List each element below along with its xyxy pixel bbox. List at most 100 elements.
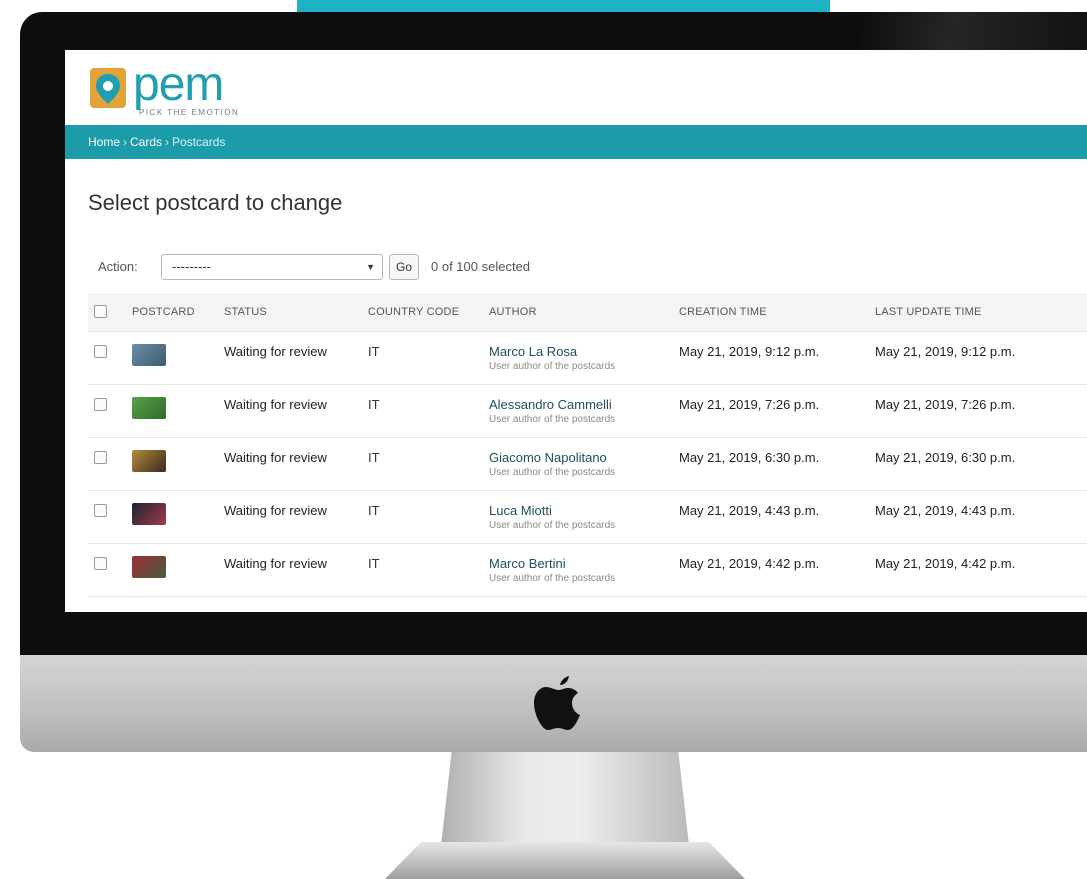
last-update-time-cell: May 21, 2019, 9:12 p.m. (869, 331, 1087, 385)
author-name[interactable]: Giacomo Napolitano (489, 450, 667, 465)
author-name[interactable]: Luca Miotti (489, 503, 667, 518)
last-update-time: May 21, 2019, 7:26 p.m. (875, 397, 1016, 412)
dropdown-arrow-icon: ▼ (366, 262, 375, 272)
row-checkbox[interactable] (94, 345, 107, 358)
country-code-cell: IT (362, 490, 483, 544)
author-name[interactable]: Alessandro Cammelli (489, 397, 667, 412)
row-select-cell (88, 331, 126, 385)
row-select-cell (88, 384, 126, 438)
creation-time-cell: May 21, 2019, 9:12 p.m. (673, 331, 869, 385)
row-select-cell (88, 490, 126, 544)
status-text[interactable]: Waiting for review (224, 344, 327, 359)
logo-wordmark[interactable]: pem (133, 58, 224, 112)
status-text[interactable]: Waiting for review (224, 450, 327, 465)
postcard-thumbnail[interactable] (132, 556, 166, 578)
select-all-checkbox[interactable] (94, 304, 107, 318)
action-select[interactable]: --------- ▼ (161, 254, 383, 280)
table-row[interactable]: Waiting for review IT Luca Miotti User au… (88, 490, 1087, 544)
last-update-time-cell: May 21, 2019, 6:30 p.m. (869, 437, 1087, 491)
author-description: User author of the postcards (489, 573, 616, 584)
column-header-country-code[interactable]: COUNTRY CODE (362, 293, 483, 332)
creation-time: May 21, 2019, 9:12 p.m. (679, 344, 820, 359)
postcard-thumbnail[interactable] (132, 450, 166, 472)
action-selected-option: --------- (172, 259, 211, 274)
status-text[interactable]: Waiting for review (224, 503, 327, 518)
row-checkbox[interactable] (94, 504, 107, 517)
postcard-cell (126, 331, 218, 385)
breadcrumb-postcards: Postcards (172, 135, 226, 149)
last-update-time: May 21, 2019, 6:30 p.m. (875, 450, 1016, 465)
stand-foot (385, 842, 745, 879)
row-select-cell (88, 543, 126, 597)
last-update-time-cell: May 21, 2019, 4:43 p.m. (869, 490, 1087, 544)
page-title: Select postcard to change (88, 190, 343, 215)
postcards-table: POSTCARD STATUS COUNTRY CODE AUTHOR CREA… (88, 293, 1087, 597)
author-cell: Giacomo Napolitano User author of the pos… (483, 437, 673, 491)
last-update-time: May 21, 2019, 4:43 p.m. (875, 503, 1016, 518)
selection-count: 0 of 100 selected (431, 259, 531, 274)
author-cell: Marco La Rosa User author of the postcard… (483, 331, 673, 385)
postcard-thumbnail[interactable] (132, 503, 166, 525)
table-row[interactable]: Waiting for review IT Marco Bertini User … (88, 543, 1087, 597)
author-cell: Alessandro Cammelli User author of the po… (483, 384, 673, 438)
breadcrumb-cards[interactable]: Cards (130, 135, 162, 149)
creation-time: May 21, 2019, 4:42 p.m. (679, 556, 820, 571)
author-description: User author of the postcards (489, 467, 616, 478)
row-checkbox[interactable] (94, 557, 107, 570)
postcard-cell (126, 384, 218, 438)
site-header: pem PICK THE EMOTION (65, 50, 1087, 125)
table-row[interactable]: Waiting for review IT Marco La Rosa User … (88, 331, 1087, 385)
creation-time-cell: May 21, 2019, 4:42 p.m. (673, 543, 869, 597)
status-cell: Waiting for review (218, 384, 362, 438)
last-update-time: May 21, 2019, 9:12 p.m. (875, 344, 1016, 359)
apple-icon (534, 676, 580, 730)
select-all-cell (88, 293, 126, 332)
table-row[interactable]: Waiting for review IT Alessandro Cammell… (88, 384, 1087, 438)
column-header-author[interactable]: AUTHOR (483, 293, 673, 332)
author-name[interactable]: Marco La Rosa (489, 344, 667, 359)
breadcrumb: Home › Cards › Postcards (65, 125, 1087, 159)
bezel-sheen (860, 12, 1087, 52)
status-cell: Waiting for review (218, 437, 362, 491)
author-cell: Luca Miotti User author of the postcards (483, 490, 673, 544)
status-text[interactable]: Waiting for review (224, 556, 327, 571)
row-checkbox[interactable] (94, 451, 107, 464)
column-header-creation-time[interactable]: CREATION TIME (673, 293, 869, 332)
country-code-cell: IT (362, 543, 483, 597)
logo-tagline: PICK THE EMOTION (139, 108, 240, 117)
postcard-cell (126, 437, 218, 491)
table-row[interactable]: Waiting for review IT Giacomo Napolitano… (88, 437, 1087, 491)
creation-time-cell: May 21, 2019, 7:26 p.m. (673, 384, 869, 438)
author-description: User author of the postcards (489, 414, 616, 425)
logo-pin-icon (90, 68, 126, 108)
status-cell: Waiting for review (218, 331, 362, 385)
postcard-thumbnail[interactable] (132, 397, 166, 419)
status-cell: Waiting for review (218, 490, 362, 544)
postcard-cell (126, 543, 218, 597)
postcard-cell (126, 490, 218, 544)
postcard-thumbnail[interactable] (132, 344, 166, 366)
last-update-time-cell: May 21, 2019, 7:26 p.m. (869, 384, 1087, 438)
column-header-postcard[interactable]: POSTCARD (126, 293, 218, 332)
creation-time-cell: May 21, 2019, 6:30 p.m. (673, 437, 869, 491)
row-checkbox[interactable] (94, 398, 107, 411)
column-header-status[interactable]: STATUS (218, 293, 362, 332)
breadcrumb-separator: › (123, 135, 128, 149)
creation-time: May 21, 2019, 4:43 p.m. (679, 503, 820, 518)
stand-neck (440, 752, 690, 847)
status-cell: Waiting for review (218, 543, 362, 597)
country-code-cell: IT (362, 437, 483, 491)
author-name[interactable]: Marco Bertini (489, 556, 667, 571)
creation-time: May 21, 2019, 7:26 p.m. (679, 397, 820, 412)
column-header-last-update-time[interactable]: LAST UPDATE TIME (869, 293, 1087, 332)
action-label: Action: (98, 259, 138, 274)
author-description: User author of the postcards (489, 520, 616, 531)
table-header-row: POSTCARD STATUS COUNTRY CODE AUTHOR CREA… (88, 293, 1087, 332)
accent-bar (297, 0, 830, 12)
admin-screen: pem PICK THE EMOTION Home › Cards › Postcard… (65, 50, 1087, 612)
creation-time: May 21, 2019, 6:30 p.m. (679, 450, 820, 465)
last-update-time-cell: May 21, 2019, 4:42 p.m. (869, 543, 1087, 597)
breadcrumb-home[interactable]: Home (88, 135, 120, 149)
go-button[interactable]: Go (389, 254, 419, 280)
status-text[interactable]: Waiting for review (224, 397, 327, 412)
